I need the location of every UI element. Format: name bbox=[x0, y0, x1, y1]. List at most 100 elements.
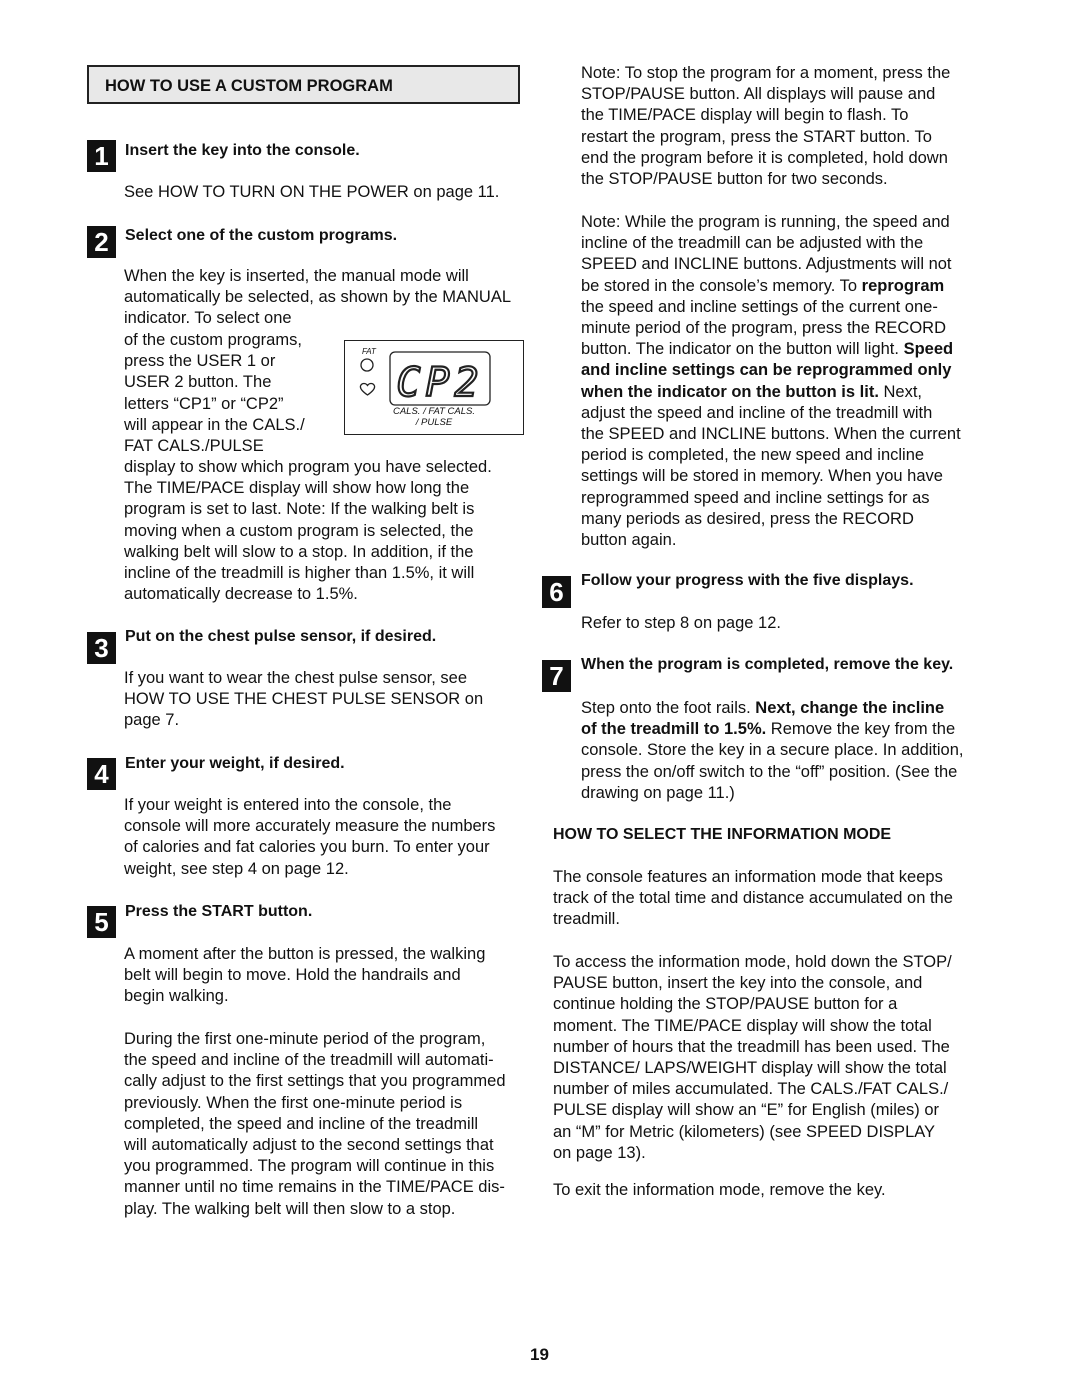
text-run: SPEED and INCLINE buttons. Adjustments w… bbox=[581, 255, 952, 274]
text-run: settings will be stored in memory. When … bbox=[581, 467, 943, 486]
text-run: adjust the speed and incline of the trea… bbox=[581, 403, 933, 422]
bold-text-run: reprogram bbox=[861, 276, 945, 295]
text-line: completed, the speed and incline of the … bbox=[124, 1114, 479, 1133]
text-run: Next, bbox=[878, 382, 923, 401]
page-number: 19 bbox=[530, 1345, 549, 1364]
text-line: number of hours that the treadmill has b… bbox=[553, 1037, 950, 1056]
cp2-lcd-readout: CP2 bbox=[389, 351, 491, 406]
text-line: console. Store the key in a secure place… bbox=[581, 740, 963, 761]
text-run: minute period of the program, press the … bbox=[581, 319, 946, 338]
text-line: reprogrammed speed and incline settings … bbox=[581, 488, 961, 509]
text-line: begin walking. bbox=[124, 987, 229, 1006]
bold-text-run: when the indicator on the button is lit. bbox=[581, 382, 879, 401]
text-line: walking belt will slow to a stop. In add… bbox=[124, 542, 474, 561]
text-line: A moment after the button is pressed, th… bbox=[124, 945, 486, 963]
text-line: be stored in the console’s memory. To re… bbox=[581, 276, 961, 297]
text-line: press the on/off switch to the “off” pos… bbox=[581, 762, 963, 783]
text-run: drawing on page 11.) bbox=[581, 783, 735, 802]
text-line: the STOP/PAUSE button for two seconds. bbox=[581, 170, 888, 189]
text-run: console. Store the key in a secure place… bbox=[581, 741, 964, 760]
display-caption-line2: / PULSE bbox=[415, 417, 453, 428]
text-line: manner until no time remains in the TIME… bbox=[124, 1178, 505, 1197]
step-body-3: If you want to wear the chest pulse sens… bbox=[124, 668, 483, 732]
step-number-6: 6 bbox=[542, 576, 571, 608]
text-line: an “M” for Metric (kilometers) (see SPEE… bbox=[553, 1122, 936, 1141]
text-line: press the USER 1 or bbox=[124, 352, 276, 371]
text-line: period is completed, the new speed and i… bbox=[581, 445, 961, 466]
text-line: the SPEED and INCLINE buttons. When the … bbox=[581, 424, 961, 445]
text-line: track of the total time and distance acc… bbox=[553, 889, 953, 908]
step-body-6: Refer to step 8 on page 12. bbox=[581, 613, 781, 634]
text-line: When the key is inserted, the manual mod… bbox=[124, 267, 469, 285]
text-line: minute period of the program, press the … bbox=[581, 318, 961, 339]
text-line: HOW TO USE THE CHEST PULSE SENSOR on bbox=[124, 690, 484, 709]
text-run: button. The indicator on the button will… bbox=[581, 340, 904, 359]
text-line: Refer to step 8 on page 12. bbox=[581, 614, 781, 632]
text-line: cally adjust to the first settings that … bbox=[124, 1072, 506, 1091]
text-line: and incline settings can be reprogrammed… bbox=[581, 360, 961, 381]
text-line: PAUSE button, insert the key into the co… bbox=[553, 974, 923, 993]
bold-text-run: of the treadmill to 1.5%. bbox=[581, 720, 767, 739]
text-line: belt will begin to move. Hold the handra… bbox=[124, 966, 461, 985]
fat-label: FAT bbox=[362, 347, 376, 356]
info-para-3: To exit the information mode, remove the… bbox=[553, 1180, 886, 1201]
step-body-5a: A moment after the button is pressed, th… bbox=[124, 944, 485, 1008]
text-run: the speed and incline settings of the cu… bbox=[581, 297, 938, 316]
section-title-custom-program: HOW TO USE A CUSTOM PROGRAM bbox=[105, 77, 393, 95]
text-line: of the treadmill to 1.5%. Remove the key… bbox=[581, 719, 963, 740]
console-display-illustration: FAT CP2 CALS. / FAT CALS. / PULSE bbox=[344, 340, 524, 435]
text-line: many periods as desired, press the RECOR… bbox=[581, 509, 961, 530]
text-line: will appear in the CALS./ bbox=[124, 415, 305, 434]
display-caption-line1: CALS. / FAT CALS. bbox=[392, 406, 475, 417]
text-line: the TIME/PACE display will begin to flas… bbox=[581, 106, 909, 125]
text-run: the SPEED and INCLINE buttons. When the … bbox=[581, 425, 961, 444]
info-para-2: To access the information mode, hold dow… bbox=[553, 952, 952, 1164]
text-line: USER 2 button. The bbox=[124, 373, 272, 392]
text-line: moment. The TIME/PACE display will show … bbox=[553, 1016, 932, 1035]
text-line: STOP/PAUSE button. All displays will pau… bbox=[581, 85, 936, 104]
text-line: of the custom programs, bbox=[124, 331, 302, 349]
text-line: automatically decrease to 1.5%. bbox=[124, 585, 358, 604]
step-title-6: Follow your progress with the five displ… bbox=[581, 572, 914, 589]
text-line: settings will be stored in memory. When … bbox=[581, 466, 961, 487]
text-line: If your weight is entered into the conso… bbox=[124, 796, 452, 814]
step-title-7: When the program is completed, remove th… bbox=[581, 656, 954, 673]
text-line: weight, see step 4 on page 12. bbox=[124, 859, 349, 878]
step-title-5: Press the START button. bbox=[125, 903, 313, 920]
text-line: PULSE display will show an “E” for Engli… bbox=[553, 1101, 940, 1120]
step-number-3: 3 bbox=[87, 632, 116, 664]
note-stop-pause: Note: To stop the program for a moment, … bbox=[581, 63, 950, 190]
text-run: many periods as desired, press the RECOR… bbox=[581, 509, 914, 528]
text-line: will automatically adjust to the second … bbox=[124, 1136, 494, 1155]
step-body-4: If your weight is entered into the conso… bbox=[124, 795, 495, 880]
text-line: display to show which program you have s… bbox=[124, 458, 492, 476]
section-title-information-mode: HOW TO SELECT THE INFORMATION MODE bbox=[553, 826, 892, 843]
text-line: of calories and fat calories you burn. T… bbox=[124, 838, 490, 857]
text-line: the speed and incline settings of the cu… bbox=[581, 297, 961, 318]
bold-text-run: Next, change the incline bbox=[755, 699, 945, 717]
text-line: console will more accurately measure the… bbox=[124, 817, 496, 836]
text-run: button again. bbox=[581, 531, 677, 550]
note-reprogram: Note: While the program is running, the … bbox=[581, 212, 961, 551]
text-line: play. The walking belt will then slow to… bbox=[124, 1199, 456, 1218]
text-line: Step onto the foot rails. Next, change t… bbox=[581, 698, 963, 719]
text-line: If you want to wear the chest pulse sens… bbox=[124, 669, 468, 687]
lcd-text: CP2 bbox=[396, 360, 483, 406]
text-line: treadmill. bbox=[553, 910, 620, 929]
text-line: FAT CALS./PULSE bbox=[124, 437, 264, 456]
text-line: SPEED and INCLINE buttons. Adjustments w… bbox=[581, 254, 961, 275]
text-line: on page 13). bbox=[553, 1143, 646, 1162]
step-number-4: 4 bbox=[87, 758, 116, 790]
step-title-4: Enter your weight, if desired. bbox=[125, 755, 345, 772]
step-number-5: 5 bbox=[87, 906, 116, 938]
step-body-2-wrap: of the custom programs, press the USER 1 … bbox=[124, 330, 305, 457]
text-line: drawing on page 11.) bbox=[581, 783, 963, 804]
bold-text-run: and incline settings can be reprogrammed… bbox=[581, 361, 952, 380]
step-body-2-bottom: display to show which program you have s… bbox=[124, 457, 492, 605]
text-line: number of miles accumulated. The CALS./F… bbox=[553, 1080, 949, 1099]
text-line: DISTANCE/ LAPS/WEIGHT display will show … bbox=[553, 1059, 947, 1078]
text-line: Note: To stop the program for a moment, … bbox=[581, 64, 951, 82]
text-line: restart the program, press the START but… bbox=[581, 127, 932, 146]
text-line: indicator. To select one bbox=[124, 309, 292, 328]
fat-indicator-circle-icon bbox=[360, 358, 374, 372]
